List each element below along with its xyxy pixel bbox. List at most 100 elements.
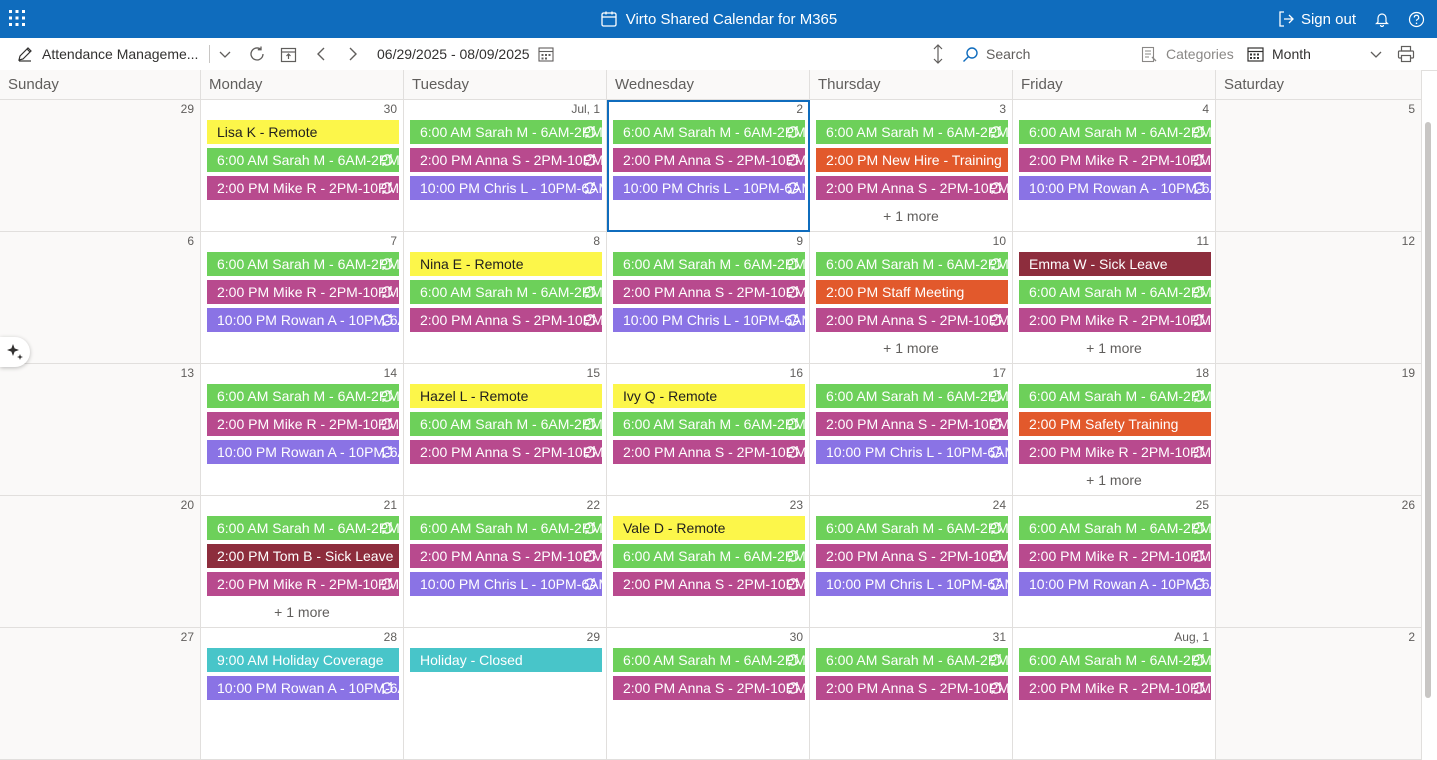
calendar-event[interactable]: 10:00 PM Rowan A - 10PM-6AM Shift xyxy=(1019,572,1211,596)
calendar-event[interactable]: 2:00 PM Mike R - 2PM-10PM Shift xyxy=(207,280,399,304)
calendar-event[interactable]: Emma W - Sick Leave xyxy=(1019,252,1211,276)
date-range-picker[interactable]: 06/29/2025 - 08/09/2025 xyxy=(377,38,554,70)
calendar-event[interactable]: 2:00 PM Anna S - 2PM-10PM Shift xyxy=(613,676,805,700)
calendar-event[interactable]: 2:00 PM Anna S - 2PM-10PM Shift xyxy=(816,544,1008,568)
day-cell[interactable]: 3 6:00 AM Sarah M - 6AM-2PM Shift 2:00 PM … xyxy=(810,100,1013,232)
day-cell[interactable]: 26 xyxy=(1216,496,1422,628)
calendar-event[interactable]: 6:00 AM Sarah M - 6AM-2PM Shift xyxy=(613,544,805,568)
calendar-event[interactable]: 6:00 AM Sarah M - 6AM-2PM Shift xyxy=(816,252,1008,276)
day-cell[interactable]: 5 xyxy=(1216,100,1422,232)
notifications-bell-icon[interactable] xyxy=(1374,11,1390,27)
day-cell[interactable]: 25 6:00 AM Sarah M - 6AM-2PM Shift 2:00 PM… xyxy=(1013,496,1216,628)
day-cell[interactable]: 7 6:00 AM Sarah M - 6AM-2PM Shift 2:00 PM … xyxy=(201,232,404,364)
day-cell[interactable]: Jul, 1 6:00 AM Sarah M - 6AM-2PM Shift 2:0… xyxy=(404,100,607,232)
calendar-event[interactable]: 10:00 PM Rowan A - 10PM-6AM Shift xyxy=(1019,176,1211,200)
calendar-event[interactable]: 2:00 PM Mike R - 2PM-10PM Shift xyxy=(1019,148,1211,172)
day-number[interactable]: 20 xyxy=(181,498,194,512)
calendar-event[interactable]: 6:00 AM Sarah M - 6AM-2PM Shift xyxy=(816,648,1008,672)
calendar-event[interactable]: 2:00 PM Anna S - 2PM-10PM Shift xyxy=(410,544,602,568)
calendar-event[interactable]: 2:00 PM Mike R - 2PM-10PM Shift xyxy=(1019,544,1211,568)
search-box[interactable]: Search xyxy=(962,38,1030,70)
search-input[interactable]: Search xyxy=(986,46,1030,62)
calendar-event[interactable]: 10:00 PM Chris L - 10PM-6AM Shift xyxy=(816,572,1008,596)
calendar-event[interactable]: 6:00 AM Sarah M - 6AM-2PM Shift xyxy=(1019,516,1211,540)
calendar-event[interactable]: 6:00 AM Sarah M - 6AM-2PM Shift xyxy=(207,516,399,540)
calendar-event[interactable]: 6:00 AM Sarah M - 6AM-2PM Shift xyxy=(410,120,602,144)
calendar-dropdown-button[interactable] xyxy=(218,38,232,70)
day-number[interactable]: 17 xyxy=(993,366,1006,380)
day-number[interactable]: 14 xyxy=(384,366,397,380)
calendar-event[interactable]: 6:00 AM Sarah M - 6AM-2PM Shift xyxy=(207,252,399,276)
calendar-event[interactable]: Nina E - Remote xyxy=(410,252,602,276)
row-height-toggle[interactable] xyxy=(931,38,945,70)
view-selector[interactable]: Month xyxy=(1247,38,1311,70)
day-number[interactable]: 26 xyxy=(1402,498,1415,512)
day-cell[interactable]: 20 xyxy=(0,496,201,628)
day-cell[interactable]: 6 xyxy=(0,232,201,364)
day-cell[interactable]: 14 6:00 AM Sarah M - 6AM-2PM Shift 2:00 PM… xyxy=(201,364,404,496)
day-number[interactable]: 21 xyxy=(384,498,397,512)
day-cell[interactable]: 29 Holiday - Closed xyxy=(404,628,607,760)
day-number[interactable]: 28 xyxy=(384,630,397,644)
calendar-event[interactable]: 10:00 PM Chris L - 10PM-6AM Shift xyxy=(613,308,805,332)
day-cell[interactable]: 30 6:00 AM Sarah M - 6AM-2PM Shift 2:00 PM… xyxy=(607,628,810,760)
day-number[interactable]: 18 xyxy=(1196,366,1209,380)
day-cell[interactable]: 9 6:00 AM Sarah M - 6AM-2PM Shift 2:00 PM … xyxy=(607,232,810,364)
categories-button[interactable]: Categories xyxy=(1141,38,1234,70)
day-cell[interactable]: 12 xyxy=(1216,232,1422,364)
calendar-event[interactable]: 2:00 PM Mike R - 2PM-10PM Shift xyxy=(1019,676,1211,700)
day-cell[interactable]: 15 Hazel L - Remote 6:00 AM Sarah M - 6AM-… xyxy=(404,364,607,496)
more-events-link[interactable]: + 1 more xyxy=(1013,336,1215,360)
day-number[interactable]: 12 xyxy=(1402,234,1415,248)
print-button[interactable] xyxy=(1397,38,1415,70)
day-number[interactable]: 7 xyxy=(390,234,397,248)
calendar-event[interactable]: 2:00 PM Anna S - 2PM-10PM Shift xyxy=(613,440,805,464)
calendar-event[interactable]: 6:00 AM Sarah M - 6AM-2PM Shift xyxy=(410,412,602,436)
next-button[interactable] xyxy=(346,38,360,70)
day-number[interactable]: 29 xyxy=(587,630,600,644)
calendar-event[interactable]: 2:00 PM Anna S - 2PM-10PM Shift xyxy=(613,572,805,596)
calendar-event[interactable]: 6:00 AM Sarah M - 6AM-2PM Shift xyxy=(816,516,1008,540)
day-number[interactable]: 3 xyxy=(999,102,1006,116)
day-number[interactable]: 30 xyxy=(384,102,397,116)
calendar-event[interactable]: 2:00 PM Mike R - 2PM-10PM Shift xyxy=(1019,440,1211,464)
calendar-event[interactable]: Lisa K - Remote xyxy=(207,120,399,144)
day-cell[interactable]: 8 Nina E - Remote 6:00 AM Sarah M - 6AM-2P… xyxy=(404,232,607,364)
calendar-event[interactable]: 6:00 AM Sarah M - 6AM-2PM Shift xyxy=(613,120,805,144)
calendar-event[interactable]: 2:00 PM Anna S - 2PM-10PM Shift xyxy=(816,308,1008,332)
calendar-event[interactable]: 2:00 PM Safety Training xyxy=(1019,412,1211,436)
calendar-event[interactable]: 2:00 PM Anna S - 2PM-10PM Shift xyxy=(613,280,805,304)
calendar-event[interactable]: Ivy Q - Remote xyxy=(613,384,805,408)
calendar-event[interactable]: Vale D - Remote xyxy=(613,516,805,540)
day-number[interactable]: 29 xyxy=(181,102,194,116)
calendar-event[interactable]: 6:00 AM Sarah M - 6AM-2PM Shift xyxy=(613,252,805,276)
calendar-event[interactable]: 10:00 PM Chris L - 10PM-6AM Shift xyxy=(613,176,805,200)
day-number[interactable]: 23 xyxy=(790,498,803,512)
refresh-button[interactable] xyxy=(248,38,266,70)
day-cell[interactable]: 16 Ivy Q - Remote 6:00 AM Sarah M - 6AM-2P… xyxy=(607,364,810,496)
day-number[interactable]: 22 xyxy=(587,498,600,512)
day-number[interactable]: 6 xyxy=(187,234,194,248)
day-cell[interactable]: 21 6:00 AM Sarah M - 6AM-2PM Shift 2:00 PM… xyxy=(201,496,404,628)
calendar-event[interactable]: 9:00 AM Holiday Coverage xyxy=(207,648,399,672)
day-number[interactable]: 9 xyxy=(796,234,803,248)
day-cell[interactable]: 31 6:00 AM Sarah M - 6AM-2PM Shift 2:00 PM… xyxy=(810,628,1013,760)
day-cell[interactable]: 23 Vale D - Remote 6:00 AM Sarah M - 6AM-2… xyxy=(607,496,810,628)
copilot-button[interactable] xyxy=(0,337,30,367)
calendar-event[interactable]: 2:00 PM Mike R - 2PM-10PM Shift xyxy=(1019,308,1211,332)
help-icon[interactable] xyxy=(1408,11,1425,28)
day-number[interactable]: 27 xyxy=(181,630,194,644)
day-cell[interactable]: 22 6:00 AM Sarah M - 6AM-2PM Shift 2:00 PM… xyxy=(404,496,607,628)
day-cell[interactable]: 27 xyxy=(0,628,201,760)
day-number[interactable]: 4 xyxy=(1202,102,1209,116)
calendar-event[interactable]: 6:00 AM Sarah M - 6AM-2PM Shift xyxy=(1019,648,1211,672)
day-number[interactable]: 19 xyxy=(1402,366,1415,380)
day-cell[interactable]: 29 xyxy=(0,100,201,232)
calendar-event[interactable]: 6:00 AM Sarah M - 6AM-2PM Shift xyxy=(1019,280,1211,304)
calendar-event[interactable]: 10:00 PM Rowan A - 10PM-6AM Shift xyxy=(207,308,399,332)
calendar-event[interactable]: 6:00 AM Sarah M - 6AM-2PM Shift xyxy=(613,412,805,436)
day-number[interactable]: 13 xyxy=(181,366,194,380)
calendar-event[interactable]: 6:00 AM Sarah M - 6AM-2PM Shift xyxy=(410,280,602,304)
calendar-event[interactable]: 2:00 PM Staff Meeting xyxy=(816,280,1008,304)
day-cell[interactable]: 17 6:00 AM Sarah M - 6AM-2PM Shift 2:00 PM… xyxy=(810,364,1013,496)
